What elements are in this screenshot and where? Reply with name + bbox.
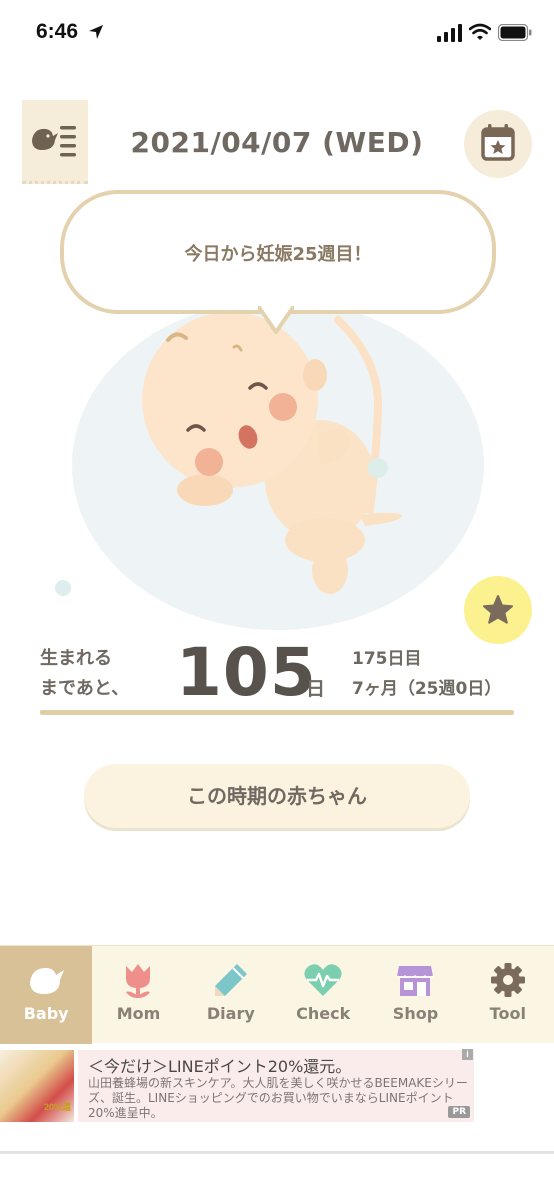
tab-tool[interactable]: Tool: [462, 946, 554, 1044]
tab-label: Shop: [392, 1004, 439, 1023]
tab-label: Tool: [489, 1004, 526, 1023]
message-bubble: 今日から妊娠25週目！: [60, 190, 496, 314]
ad-pr-badge: PR: [448, 1106, 470, 1118]
ad-thumbnail-text: 20%還: [44, 1102, 72, 1112]
bottom-divider: [0, 1151, 554, 1154]
pregnancy-progress-info: 175日目 7ヶ月（25週0日）: [352, 644, 501, 704]
baby-menu-icon: [32, 126, 76, 157]
calendar-star-icon: [481, 124, 515, 161]
gear-icon: [490, 963, 525, 997]
location-arrow-icon: [89, 25, 103, 39]
tulip-icon: [126, 964, 151, 998]
countdown-label: 生まれる まであと、: [40, 644, 129, 704]
baby-this-period-button[interactable]: この時期の赤ちゃん: [84, 764, 470, 828]
tab-label: Mom: [116, 1004, 161, 1023]
tab-check[interactable]: Check: [277, 946, 369, 1044]
wifi-icon: [469, 23, 491, 40]
days-left-number: 105: [176, 634, 317, 711]
current-date: 2021/04/07 (WED): [130, 126, 424, 159]
shop-icon: [396, 966, 434, 996]
ad-banner[interactable]: 20%還 ＜今だけ＞LINEポイント20%還元。 山田養蜂場の新スキンケア。大人…: [0, 1046, 554, 1126]
days-unit: 日: [306, 678, 326, 700]
tab-label: Baby: [23, 1004, 69, 1023]
battery-icon: [498, 24, 532, 41]
tab-baby[interactable]: Baby: [0, 946, 93, 1044]
decorative-dot: [55, 580, 71, 596]
baby-illustration: [142, 312, 402, 594]
menu-button[interactable]: [22, 100, 88, 184]
ad-thumbnail[interactable]: 20%還: [0, 1050, 74, 1122]
month-week: 7ヶ月（25週0日）: [352, 679, 502, 699]
star-icon: [483, 595, 513, 624]
countdown-label-line1: 生まれる: [40, 648, 112, 669]
tab-shop[interactable]: Shop: [369, 946, 461, 1044]
signal-icon: [437, 24, 462, 42]
tab-diary[interactable]: Diary: [185, 946, 277, 1044]
tab-mom[interactable]: Mom: [92, 946, 184, 1044]
bubble-message: 今日から妊娠25週目！: [184, 244, 372, 265]
ad-description: 山田養蜂場の新スキンケア。大人肌を美しく咲かせるBEEMAKEシリーズ、誕生。L…: [88, 1076, 468, 1120]
tab-bar: Baby Mom Diary Check Shop Tool: [0, 945, 554, 1044]
calendar-button[interactable]: [464, 110, 532, 178]
countdown-label-line2: まであと、: [40, 678, 130, 699]
ad-body[interactable]: ＜今だけ＞LINEポイント20%還元。 山田養蜂場の新スキンケア。大人肌を美しく…: [78, 1050, 474, 1122]
tab-label: Diary: [206, 1004, 255, 1023]
heart-pulse-icon: [304, 964, 342, 996]
favorite-button[interactable]: [464, 576, 532, 644]
tab-label: Check: [296, 1004, 351, 1023]
day-count: 175日目: [352, 649, 422, 669]
status-bar: 6:46: [0, 0, 554, 66]
ad-title: ＜今だけ＞LINEポイント20%還元。: [88, 1057, 352, 1076]
ad-info-icon[interactable]: i: [462, 1049, 473, 1060]
pencil-icon: [214, 964, 247, 996]
status-time: 6:46: [36, 20, 79, 43]
bird-icon: [30, 968, 64, 994]
divider: [40, 710, 514, 715]
bubble-tail: [258, 306, 294, 334]
